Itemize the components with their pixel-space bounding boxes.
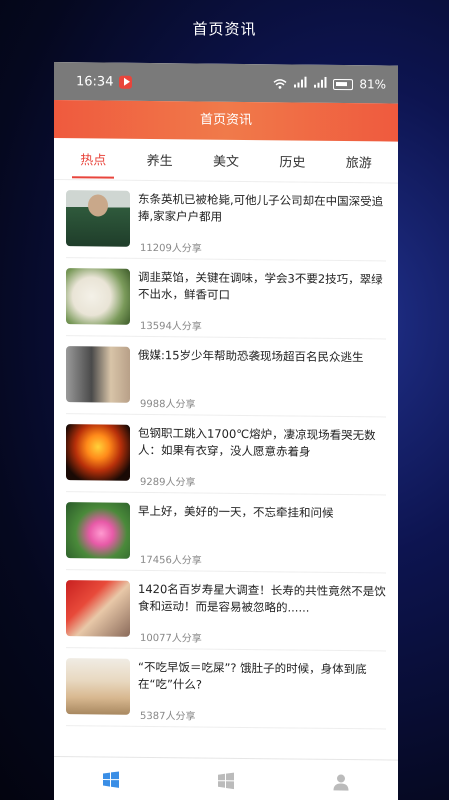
news-thumbnail xyxy=(66,658,130,715)
bottom-nav xyxy=(54,756,398,800)
news-item[interactable]: 调韭菜馅，关键在调味，学会3不要2技巧，翠绿不出水，鲜香可口 13594人分享 xyxy=(66,258,386,340)
battery-icon xyxy=(333,78,354,90)
news-title: 调韭菜馅，关键在调味，学会3不要2技巧，翠绿不出水，鲜香可口 xyxy=(138,269,383,302)
category-tabs: 热点 养生 美文 历史 旅游 xyxy=(54,138,398,184)
news-item[interactable]: 东条英机已被枪毙,可他儿子公司却在中国深受追捧,家家户户都用 11209人分享 xyxy=(66,180,386,262)
news-title: 东条英机已被枪毙,可他儿子公司却在中国深受追捧,家家户户都用 xyxy=(138,191,384,224)
news-thumbnail xyxy=(66,502,130,559)
battery-percent: 81% xyxy=(359,77,386,92)
news-thumbnail xyxy=(66,580,130,637)
share-count: 10077人分享 xyxy=(140,632,202,645)
tab-essay[interactable]: 美文 xyxy=(209,145,243,176)
outer-page-title: 首页资讯 xyxy=(192,20,257,38)
news-thumbnail xyxy=(66,346,130,403)
news-title: 包钢职工跳入1700℃熔炉，凄凉现场看哭无数人：如果有衣穿，没人愿意赤着身 xyxy=(138,425,376,459)
news-title: “不吃早饭＝吃屎”? 饿肚子的时候，身体到底在“吃”什么? xyxy=(138,659,367,692)
screen-record-icon xyxy=(119,75,133,89)
tab-travel[interactable]: 旅游 xyxy=(342,146,376,177)
news-item[interactable]: 1420名百岁寿星大调查！长寿的共性竟然不是饮食和运动！而是容易被忽略的....… xyxy=(66,570,386,652)
news-item[interactable]: 包钢职工跳入1700℃熔炉，凄凉现场看哭无数人：如果有衣穿，没人愿意赤着身 92… xyxy=(66,414,386,496)
news-thumbnail xyxy=(66,268,130,325)
signal-icon-2 xyxy=(313,76,327,91)
tab-history[interactable]: 历史 xyxy=(275,145,309,176)
user-icon[interactable] xyxy=(331,771,351,791)
news-item[interactable]: “不吃早饭＝吃屎”? 饿肚子的时候，身体到底在“吃”什么? 5387人分享 xyxy=(66,648,386,730)
tab-hot[interactable]: 热点 xyxy=(76,143,110,174)
phone-screen: 16:34 81% 首页资讯 热点 养生 美文 历史 旅游 东条英机已被枪毙,可… xyxy=(54,62,398,800)
share-count: 17456人分享 xyxy=(140,554,202,567)
status-bar: 16:34 81% xyxy=(54,62,398,104)
news-title: 俄媒:15岁少年帮助恐袭现场超百名民众逃生 xyxy=(138,347,364,365)
windows-icon[interactable] xyxy=(101,769,121,789)
share-count: 9289人分享 xyxy=(140,476,196,489)
share-count: 11209人分享 xyxy=(140,242,202,255)
news-title: 早上好，美好的一天，不忘牵挂和问候 xyxy=(138,503,334,520)
tab-health[interactable]: 养生 xyxy=(143,144,177,175)
signal-icon-1 xyxy=(293,76,307,91)
grid-icon[interactable] xyxy=(216,770,236,790)
news-item[interactable]: 早上好，美好的一天，不忘牵挂和问候 17456人分享 xyxy=(66,492,386,574)
news-title: 1420名百岁寿星大调查！长寿的共性竟然不是饮食和运动！而是容易被忽略的....… xyxy=(138,581,386,615)
status-time: 16:34 xyxy=(76,73,114,90)
share-count: 9988人分享 xyxy=(140,398,196,411)
wifi-icon xyxy=(273,78,287,89)
share-count: 5387人分享 xyxy=(140,710,196,723)
news-item[interactable]: 俄媒:15岁少年帮助恐袭现场超百名民众逃生 9988人分享 xyxy=(66,336,386,418)
share-count: 13594人分享 xyxy=(140,320,202,333)
news-thumbnail xyxy=(66,424,130,481)
news-thumbnail xyxy=(66,190,130,247)
news-list: 东条英机已被枪毙,可他儿子公司却在中国深受追捧,家家户户都用 11209人分享 … xyxy=(54,180,398,730)
app-header-title: 首页资讯 xyxy=(54,100,398,142)
